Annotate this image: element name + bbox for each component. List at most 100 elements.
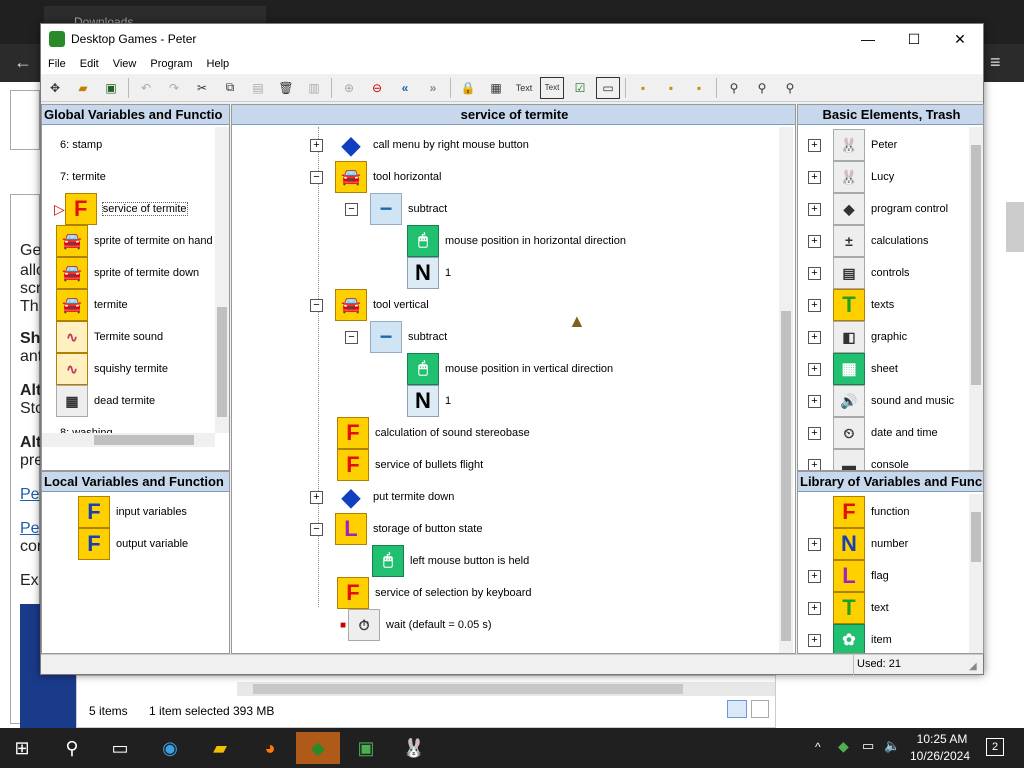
tree-item[interactable]: + ◆ put termite down bbox=[310, 481, 454, 513]
expand-icon[interactable]: + bbox=[808, 569, 821, 583]
delete-icon[interactable]: 🗑 bbox=[274, 77, 298, 99]
network-icon[interactable]: ▭ bbox=[862, 738, 874, 754]
library-vscroll[interactable] bbox=[969, 494, 983, 653]
list-item[interactable]: + Ttexts bbox=[808, 289, 894, 321]
list-item[interactable]: + Ttext bbox=[808, 592, 889, 624]
file-explorer-icon[interactable]: ▰ bbox=[200, 732, 240, 764]
list-item[interactable]: Ffunction bbox=[808, 496, 910, 528]
titlebar[interactable]: Desktop Games - Peter — ☐ ✕ bbox=[41, 24, 983, 54]
list-item[interactable]: + 🐰 Lucy bbox=[808, 161, 894, 193]
firefox-icon[interactable]: ◕ bbox=[250, 732, 290, 764]
list-item[interactable]: 🚘 sprite of termite on hand bbox=[56, 225, 213, 257]
global-vscroll[interactable] bbox=[215, 127, 229, 433]
tree-item[interactable]: Fservice of bullets flight bbox=[337, 449, 483, 481]
expand-icon[interactable]: + bbox=[808, 202, 821, 216]
expand-icon[interactable]: + bbox=[808, 537, 821, 551]
tiles-view-icon[interactable] bbox=[751, 700, 769, 718]
list-item[interactable]: + ▬ console bbox=[808, 449, 909, 470]
chevron-up-icon[interactable]: ^ bbox=[815, 740, 821, 754]
open-icon[interactable]: ▰ bbox=[71, 77, 95, 99]
expand-icon[interactable]: + bbox=[808, 298, 821, 312]
peter-app-icon[interactable]: 🐰 bbox=[394, 732, 434, 764]
expand-icon[interactable]: + bbox=[808, 362, 821, 376]
list-item[interactable]: ∿ Termite sound bbox=[56, 321, 163, 353]
expand-icon[interactable]: + bbox=[808, 138, 821, 152]
list-item[interactable]: 🚘 sprite of termite down bbox=[56, 257, 199, 289]
menu-program[interactable]: Program bbox=[150, 58, 192, 70]
list-item[interactable]: + ▦ sheet bbox=[808, 353, 898, 385]
save-icon[interactable]: ▣ bbox=[99, 77, 123, 99]
zoom-in-icon[interactable]: ⊕ bbox=[337, 77, 361, 99]
bg-link-1[interactable]: Pe bbox=[20, 486, 40, 504]
menu-file[interactable]: File bbox=[48, 58, 66, 70]
list-item-selected[interactable]: ▷ Fservice of termite bbox=[54, 193, 188, 225]
expand-icon[interactable]: + bbox=[808, 458, 821, 470]
menu-edit[interactable]: Edit bbox=[80, 58, 99, 70]
expand-icon[interactable]: + bbox=[808, 633, 821, 647]
list-item[interactable]: + 🔊 sound and music bbox=[808, 385, 954, 417]
back-arrow-icon[interactable]: ← bbox=[14, 52, 32, 73]
paste-icon[interactable]: ▤ bbox=[246, 77, 270, 99]
ref-icon-2[interactable]: ▪ bbox=[659, 77, 683, 99]
tree-item[interactable]: − − subtract bbox=[345, 321, 447, 353]
tree-item[interactable]: 🖱 left mouse button is held bbox=[372, 545, 529, 577]
explorer-hscroll[interactable] bbox=[237, 682, 775, 696]
ref-icon-3[interactable]: ▪ bbox=[687, 77, 711, 99]
tree-item[interactable]: Fcalculation of sound stereobase bbox=[337, 417, 530, 449]
expand-icon[interactable]: + bbox=[808, 266, 821, 280]
tree-item[interactable]: 🖱 mouse position in vertical direction bbox=[407, 353, 613, 385]
tree-item[interactable]: 🖱 mouse position in horizontal direction bbox=[407, 225, 626, 257]
tree-item[interactable]: + ◆ call menu by right mouse button bbox=[310, 129, 529, 161]
copy-icon[interactable]: ⧉ bbox=[218, 77, 242, 99]
expand-icon[interactable]: + bbox=[808, 330, 821, 344]
close-button[interactable]: ✕ bbox=[937, 24, 983, 54]
list-item[interactable]: 7: termite bbox=[54, 161, 106, 193]
expand-icon[interactable]: + bbox=[808, 234, 821, 248]
expand-icon[interactable]: + bbox=[808, 394, 821, 408]
tree-item[interactable]: − Lstorage of button state bbox=[310, 513, 482, 545]
list-item[interactable]: + ± calculations bbox=[808, 225, 928, 257]
find-next-icon[interactable]: ⚲ bbox=[750, 77, 774, 99]
list-item[interactable]: + 🐰 Peter bbox=[808, 129, 897, 161]
collapse-icon[interactable]: − bbox=[345, 202, 358, 216]
list-item[interactable]: Foutput variable bbox=[78, 528, 188, 560]
tree-item[interactable]: N1 bbox=[407, 257, 451, 289]
task-view-icon[interactable]: ▭ bbox=[100, 732, 140, 764]
collapse-icon[interactable]: − bbox=[310, 170, 323, 184]
expand-icon[interactable]: + bbox=[310, 138, 323, 152]
text-edit-icon[interactable]: Text bbox=[540, 76, 564, 99]
desktop-games-taskbar-icon[interactable]: ◆ bbox=[296, 732, 340, 764]
forward-icon[interactable]: » bbox=[421, 77, 445, 99]
search-icon[interactable]: ⚲ bbox=[52, 732, 92, 764]
tray-app-icon[interactable]: ◆ bbox=[838, 738, 849, 755]
list-item[interactable]: ∿ squishy termite bbox=[56, 353, 168, 385]
list-item[interactable]: + Lflag bbox=[808, 560, 889, 592]
list-item[interactable]: + ▤ controls bbox=[808, 257, 910, 289]
menu-view[interactable]: View bbox=[113, 58, 137, 70]
resize-grip-icon[interactable]: ◢ bbox=[969, 661, 977, 672]
collapse-icon[interactable]: − bbox=[345, 330, 358, 344]
tree-item[interactable]: − − subtract bbox=[345, 193, 447, 225]
clock-date[interactable]: 10/26/2024 bbox=[908, 749, 972, 763]
tree-item[interactable]: − 🚘 tool horizontal bbox=[310, 161, 442, 193]
text-icon[interactable]: Text bbox=[512, 77, 536, 99]
collapse-icon[interactable]: − bbox=[310, 522, 323, 536]
edit-icon[interactable]: ▦ bbox=[484, 77, 508, 99]
zoom-out-icon[interactable]: ⊖ bbox=[365, 77, 389, 99]
collapse-icon[interactable]: − bbox=[310, 298, 323, 312]
back-icon[interactable]: « bbox=[393, 77, 417, 99]
windows-start-icon[interactable]: ⊞ bbox=[2, 732, 42, 764]
tree-item[interactable]: − 🚘 tool vertical bbox=[310, 289, 429, 321]
copy-block-icon[interactable]: ▥ bbox=[302, 77, 326, 99]
window-icon[interactable]: ▭ bbox=[596, 76, 620, 99]
list-item[interactable]: + ◧ graphic bbox=[808, 321, 907, 353]
list-item[interactable]: 6: stamp bbox=[54, 129, 102, 161]
tree-item[interactable]: Fservice of selection by keyboard bbox=[337, 577, 532, 609]
list-item[interactable]: + ◆ program control bbox=[808, 193, 948, 225]
global-hscroll[interactable] bbox=[42, 433, 215, 447]
find-prev-icon[interactable]: ⚲ bbox=[778, 77, 802, 99]
maximize-button[interactable]: ☐ bbox=[891, 24, 937, 54]
menu-icon[interactable]: ≡ bbox=[990, 52, 1001, 73]
edge-icon[interactable]: ◉ bbox=[150, 732, 190, 764]
start-icon[interactable]: ✥ bbox=[43, 77, 67, 99]
